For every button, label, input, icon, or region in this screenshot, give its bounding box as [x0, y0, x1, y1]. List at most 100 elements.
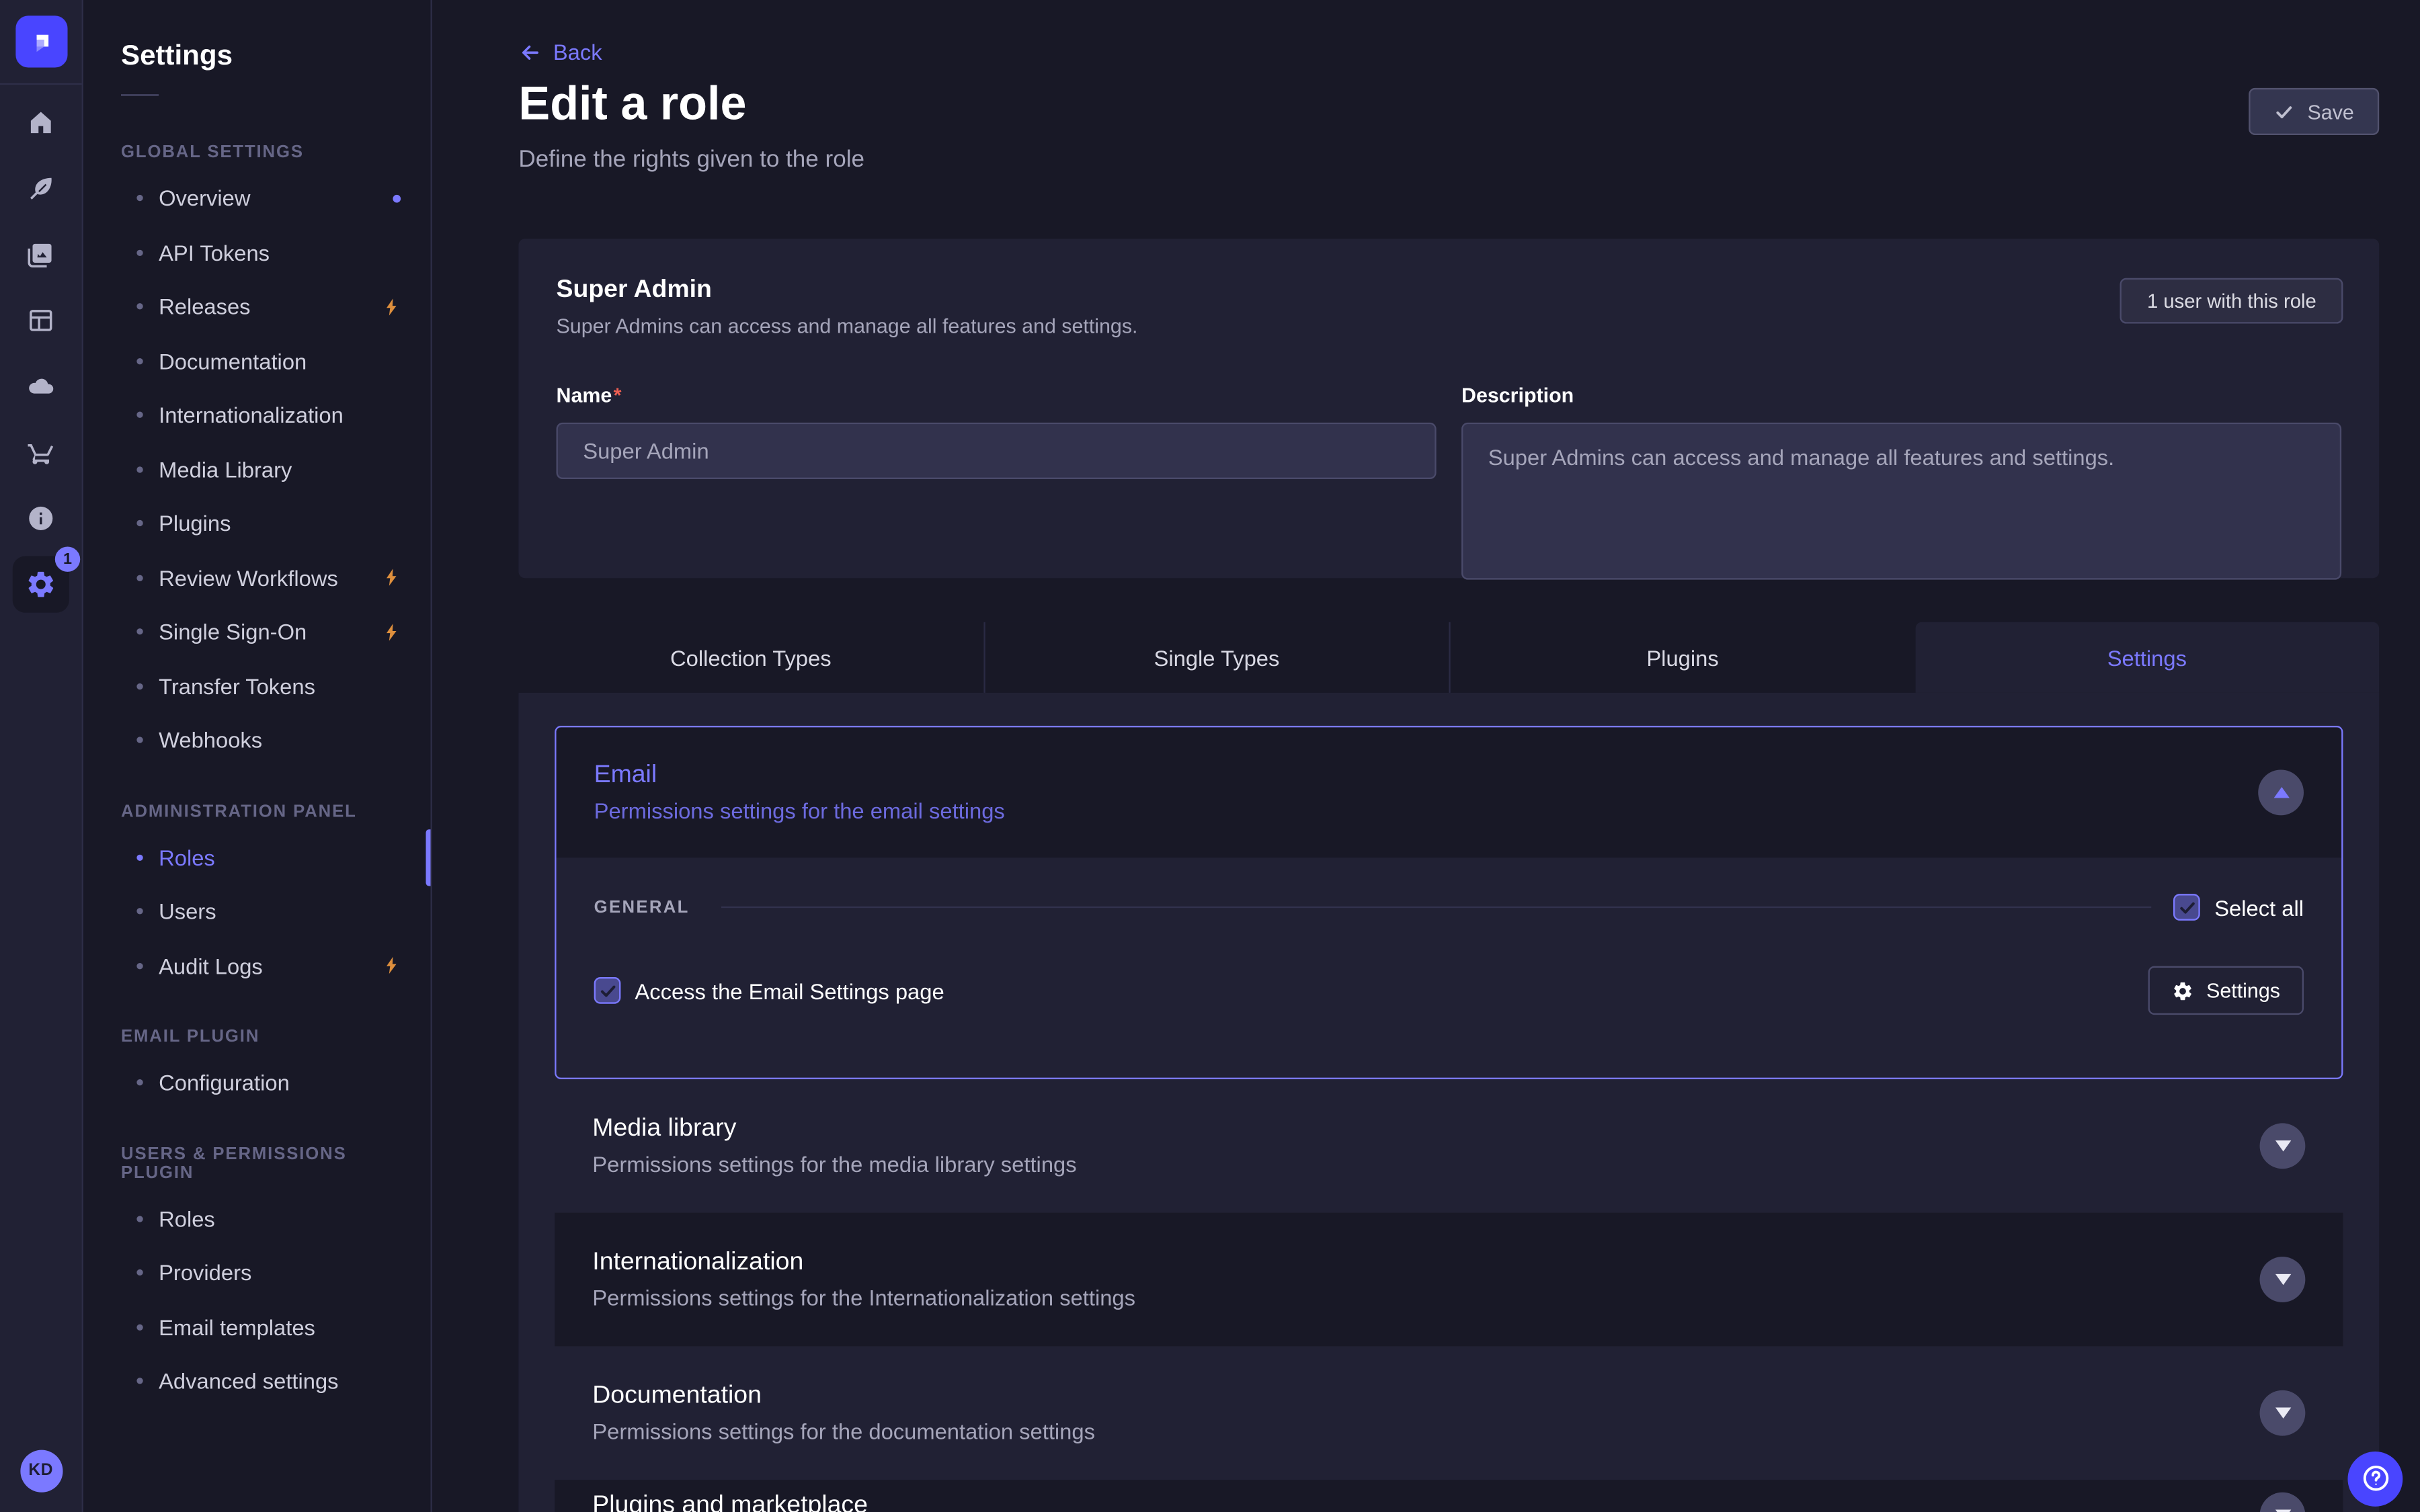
strapi-logo[interactable] [15, 15, 67, 67]
sidebar-item-releases[interactable]: Releases [83, 280, 431, 334]
tab-collection-types[interactable]: Collection Types [518, 622, 983, 693]
accordion-subtitle: Permissions settings for the media libra… [592, 1152, 1076, 1177]
accordion-subtitle: Permissions settings for the Internation… [592, 1285, 1135, 1310]
bullet-dot-icon [136, 575, 143, 581]
content-manager-icon[interactable] [0, 155, 82, 221]
description-field-label: Description [1461, 383, 1574, 407]
main-content: Back Edit a role Define the rights given… [432, 0, 2420, 1512]
sidebar-item-email-templates[interactable]: Email templates [83, 1300, 431, 1354]
strapi-admin-app: 1 KD Settings GLOBAL SETTINGSOverviewAPI… [0, 0, 2420, 1512]
sidebar-item-label: Internationalization [159, 403, 344, 427]
sidebar-item-label: Roles [159, 1206, 215, 1231]
tab-settings[interactable]: Settings [1914, 622, 2379, 693]
sidebar-item-providers[interactable]: Providers [83, 1246, 431, 1300]
avatar[interactable]: KD [19, 1450, 62, 1492]
bullet-dot-icon [136, 737, 143, 743]
bullet-dot-icon [136, 304, 143, 310]
sidebar-item-label: Documentation [159, 348, 307, 373]
collapse-accordion-button[interactable] [2258, 769, 2304, 815]
expand-accordion-button[interactable] [2260, 1390, 2306, 1436]
bullet-dot-icon [136, 629, 143, 635]
chevron-down-icon [2275, 1408, 2290, 1419]
permissions-accordion-plugins-and-marketplace[interactable]: Plugins and marketplace [555, 1480, 2343, 1512]
expand-accordion-button[interactable] [2260, 1257, 2306, 1302]
sidebar-item-configuration[interactable]: Configuration [83, 1056, 431, 1110]
main-nav-rail: 1 KD [0, 0, 83, 1512]
sidebar-item-roles[interactable]: Roles [83, 830, 431, 884]
bullet-dot-icon [136, 1324, 143, 1330]
sidebar-item-single-sign-on[interactable]: Single Sign-On [83, 605, 431, 659]
save-button[interactable]: Save [2249, 88, 2379, 135]
expand-accordion-button[interactable] [2260, 1493, 2306, 1512]
users-with-role-button[interactable]: 1 user with this role [2120, 278, 2343, 324]
media-library-icon[interactable] [0, 222, 82, 288]
sidebar-item-api-tokens[interactable]: API Tokens [83, 225, 431, 280]
email-accordion-header[interactable]: Email Permissions settings for the email… [557, 727, 2342, 857]
description-field-group: Description Super Admins can access and … [1461, 382, 2341, 587]
sidebar-item-review-workflows[interactable]: Review Workflows [83, 550, 431, 605]
settings-tab-panel: Email Permissions settings for the email… [518, 693, 2379, 1512]
tab-label: Plugins [1646, 645, 1718, 670]
sidebar-item-label: Plugins [159, 511, 231, 536]
sidebar-item-media-library[interactable]: Media Library [83, 442, 431, 497]
sidebar-item-label: Releases [159, 294, 250, 319]
group-divider-line [721, 907, 2151, 908]
description-textarea[interactable]: Super Admins can access and manage all f… [1461, 423, 2341, 580]
gear-icon [2172, 980, 2194, 1002]
expand-accordion-button[interactable] [2260, 1123, 2306, 1169]
marketplace-icon[interactable] [0, 419, 82, 485]
access-email-settings-label[interactable]: Access the Email Settings page [635, 978, 944, 1003]
email-accordion-title: Email [594, 762, 1005, 790]
sidebar-item-plugins[interactable]: Plugins [83, 497, 431, 551]
sidebar-item-transfer-tokens[interactable]: Transfer Tokens [83, 659, 431, 714]
tab-single-types[interactable]: Single Types [983, 622, 1449, 693]
deploy-cloud-icon[interactable] [0, 353, 82, 419]
bullet-dot-icon [136, 195, 143, 201]
flash-icon [382, 956, 402, 976]
sidebar-item-users[interactable]: Users [83, 884, 431, 939]
bullet-dot-icon [136, 683, 143, 689]
sidebar-item-label: Users [159, 899, 216, 924]
home-icon[interactable] [0, 89, 82, 155]
question-mark-icon [2360, 1463, 2391, 1495]
permissions-accordion-internationalization[interactable]: InternationalizationPermissions settings… [555, 1213, 2343, 1347]
sidebar-title: Settings [121, 39, 393, 72]
select-all-label[interactable]: Select all [2214, 894, 2304, 919]
accordion-title: Plugins and marketplace [592, 1493, 868, 1512]
sidebar-item-audit-logs[interactable]: Audit Logs [83, 939, 431, 993]
permissions-accordion-media-library[interactable]: Media libraryPermissions settings for th… [555, 1079, 2343, 1213]
tab-plugins[interactable]: Plugins [1449, 622, 1914, 693]
back-link[interactable]: Back [518, 39, 602, 64]
tab-label: Single Types [1154, 645, 1280, 670]
sidebar-item-roles[interactable]: Roles [83, 1191, 431, 1246]
name-input[interactable] [557, 423, 1437, 479]
bullet-dot-icon [136, 412, 143, 418]
sidebar-item-webhooks[interactable]: Webhooks [83, 713, 431, 767]
permissions-accordion-documentation[interactable]: DocumentationPermissions settings for th… [555, 1346, 2343, 1480]
page-subtitle: Define the rights given to the role [518, 146, 864, 173]
sidebar-item-advanced-settings[interactable]: Advanced settings [83, 1354, 431, 1409]
name-field-group: Name* [557, 382, 1437, 587]
sidebar-item-label: Roles [159, 845, 215, 870]
email-settings-button[interactable]: Settings [2148, 966, 2304, 1015]
content-type-builder-icon[interactable] [0, 288, 82, 353]
info-icon[interactable] [0, 485, 82, 551]
settings-icon[interactable]: 1 [0, 552, 82, 618]
sidebar-section-label: USERS & PERMISSIONS PLUGIN [121, 1144, 393, 1182]
select-all-checkbox[interactable] [2173, 894, 2200, 921]
help-button[interactable] [2347, 1451, 2403, 1506]
email-accordion-subtitle: Permissions settings for the email setti… [594, 798, 1005, 823]
page-title: Edit a role [518, 79, 746, 132]
sidebar-title-divider [121, 94, 159, 95]
notification-dot-icon [393, 194, 401, 202]
access-email-settings-checkbox[interactable] [594, 977, 621, 1004]
sidebar-item-overview[interactable]: Overview [83, 171, 431, 226]
chevron-up-icon [2273, 787, 2288, 798]
sidebar-item-internationalization[interactable]: Internationalization [83, 388, 431, 442]
name-field-label: Name* [557, 383, 622, 407]
sidebar-item-documentation[interactable]: Documentation [83, 334, 431, 388]
bullet-dot-icon [136, 1378, 143, 1384]
bullet-dot-icon [136, 466, 143, 472]
flash-icon [382, 296, 402, 317]
bullet-dot-icon [136, 909, 143, 915]
